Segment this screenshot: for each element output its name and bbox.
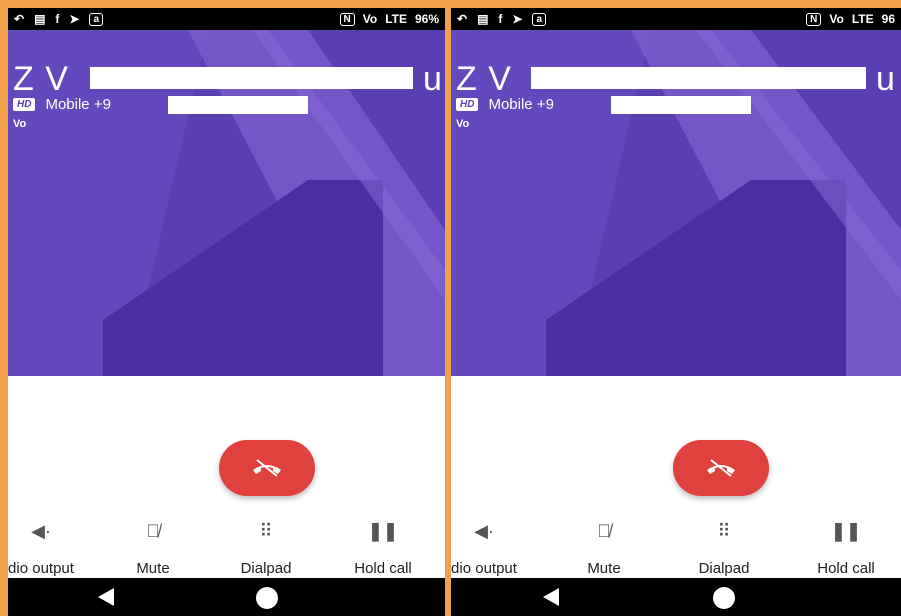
phone-number-prefix: Mobile +9 xyxy=(488,96,554,113)
caller-name: Z V u xyxy=(456,60,896,98)
in-call-controls: ◀· dio output 🎙̸ Mute ⠿ Dialpad ❚❚ Hold … xyxy=(451,516,901,586)
lte-signal-icon: LTE xyxy=(851,12,874,26)
mic-off-icon: 🎙̸ xyxy=(146,520,160,541)
pause-icon: ❚❚ xyxy=(367,520,399,541)
navigation-bar xyxy=(451,578,901,616)
hd-voice-badge: HD xyxy=(13,98,36,111)
volte-icon: Vo xyxy=(362,12,378,26)
facebook-icon: f xyxy=(498,12,503,26)
speaker-icon: ◀· xyxy=(474,520,494,541)
nfc-icon: N xyxy=(339,12,355,26)
hang-up-icon xyxy=(707,459,735,477)
contact-header: Z V ur HD Mobile +9 6 Vo xyxy=(8,30,445,376)
message-icon: ▤ xyxy=(477,12,489,26)
caller-name: Z V ur xyxy=(13,60,445,98)
hold-call-button[interactable]: ❚❚ Hold call xyxy=(328,516,438,578)
dialpad-button[interactable]: ⠿ Dialpad xyxy=(211,516,321,578)
battery-percent: 96% xyxy=(414,12,439,26)
mic-off-icon: 🎙̸ xyxy=(597,520,611,541)
phone-number-prefix: Mobile +9 xyxy=(45,96,111,113)
end-call-button[interactable] xyxy=(673,440,769,496)
redacted-number-bar xyxy=(168,96,308,114)
phone-screen-right: ↶ ▤ f ➤ a N Vo LTE 96 Z V u HD Mobile +9… xyxy=(451,8,901,616)
telegram-icon: ➤ xyxy=(69,12,80,26)
phone-screen-left: ↶ ▤ f ➤ a N Vo LTE 96% Z V ur HD Mobile … xyxy=(8,8,445,616)
battery-percent: 96 xyxy=(881,12,895,26)
telegram-icon: ➤ xyxy=(512,12,523,26)
hd-voice-badge: HD xyxy=(456,98,479,111)
missed-call-icon: ↶ xyxy=(14,12,25,26)
facebook-icon: f xyxy=(55,12,60,26)
speaker-icon: ◀· xyxy=(31,520,51,541)
in-call-controls: ◀· dio output 🎙̸ Mute ⠿ Dialpad ❚❚ Hold … xyxy=(8,516,445,586)
contact-header: Z V u HD Mobile +9 6 Vo xyxy=(451,30,901,376)
end-call-button[interactable] xyxy=(219,440,315,496)
mute-button[interactable]: 🎙̸ Mute xyxy=(98,516,208,578)
redacted-name-bar xyxy=(90,67,413,89)
status-bar: ↶ ▤ f ➤ a N Vo LTE 96% xyxy=(8,8,445,30)
lte-signal-icon: LTE xyxy=(385,12,407,26)
dialpad-icon: ⠿ xyxy=(717,520,731,541)
dialpad-button[interactable]: ⠿ Dialpad xyxy=(669,516,779,578)
redacted-number-bar xyxy=(611,96,751,114)
keyboard-icon: a xyxy=(532,12,547,26)
back-icon[interactable] xyxy=(98,588,114,606)
redacted-name-bar xyxy=(531,67,866,89)
message-icon: ▤ xyxy=(34,12,46,26)
pause-icon: ❚❚ xyxy=(830,520,862,541)
volte-tag: Vo xyxy=(456,118,470,130)
mute-button[interactable]: 🎙̸ Mute xyxy=(549,516,659,578)
navigation-bar xyxy=(8,578,445,616)
volte-tag: Vo xyxy=(13,118,27,130)
dialpad-icon: ⠿ xyxy=(259,520,273,541)
volte-icon: Vo xyxy=(829,12,844,26)
missed-call-icon: ↶ xyxy=(457,12,468,26)
hold-call-button[interactable]: ❚❚ Hold call xyxy=(791,516,901,578)
audio-output-button[interactable]: ◀· dio output xyxy=(8,516,96,578)
audio-output-button[interactable]: ◀· dio output xyxy=(451,516,539,578)
keyboard-icon: a xyxy=(89,12,104,26)
nfc-icon: N xyxy=(806,12,822,26)
home-icon[interactable] xyxy=(713,587,735,609)
status-bar: ↶ ▤ f ➤ a N Vo LTE 96 xyxy=(451,8,901,30)
hang-up-icon xyxy=(253,459,281,477)
home-icon[interactable] xyxy=(256,587,278,609)
back-icon[interactable] xyxy=(543,588,559,606)
